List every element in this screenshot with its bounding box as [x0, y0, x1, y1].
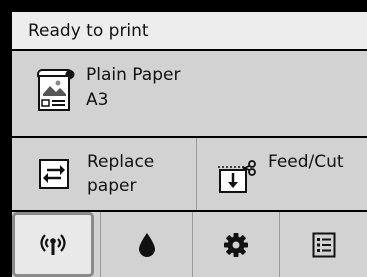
list-icon [312, 232, 335, 257]
wireless-icon [40, 233, 66, 255]
replace-paper-label-line2: paper [87, 176, 137, 196]
printer-screen: Ready to print Plain Paper A3 Replace pa… [0, 0, 367, 277]
replace-paper-button[interactable]: Replace paper [12, 138, 197, 210]
ink-drop-icon [138, 232, 155, 257]
action-row: Replace paper Feed/Cut [12, 138, 367, 210]
tab-ink[interactable] [100, 212, 192, 277]
feed-cut-button[interactable]: Feed/Cut [198, 138, 367, 210]
tab-list[interactable] [279, 212, 367, 277]
feed-cut-label: Feed/Cut [268, 152, 344, 172]
status-text: Ready to print [28, 20, 149, 41]
replace-paper-icon [39, 159, 69, 189]
gear-icon [224, 232, 248, 257]
tab-settings[interactable] [192, 212, 279, 277]
media-size: A3 [86, 90, 109, 110]
media-info-button[interactable]: Plain Paper A3 [12, 51, 367, 136]
media-type: Plain Paper [86, 65, 181, 85]
paper-media-icon [37, 69, 75, 111]
status-bar: Ready to print [12, 12, 367, 49]
tab-network[interactable] [12, 212, 94, 277]
bottom-tab-bar [12, 212, 367, 277]
replace-paper-label-line1: Replace [87, 152, 155, 172]
feed-cut-icon [218, 160, 256, 193]
